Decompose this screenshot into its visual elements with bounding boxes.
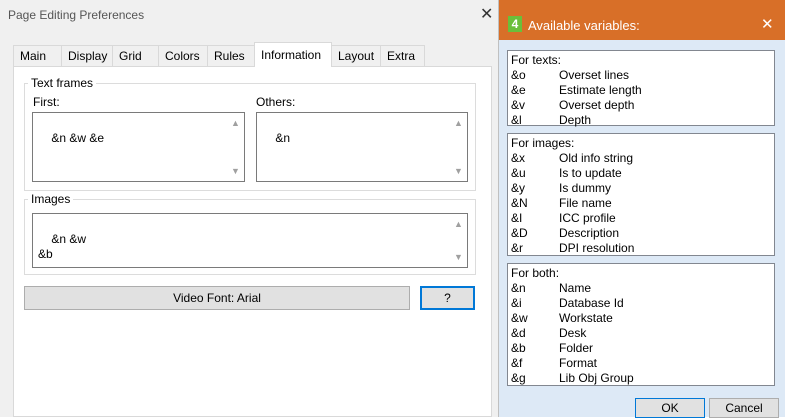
list-item[interactable]: &o Overset lines (511, 68, 771, 83)
tab-rules[interactable]: Rules (207, 45, 255, 66)
list-item[interactable]: &w Workstate (511, 311, 771, 326)
window-title: Page Editing Preferences (8, 8, 145, 22)
tab-main[interactable]: Main (13, 45, 62, 66)
scroll-down-icon[interactable]: ▼ (231, 164, 240, 179)
first-label: First: (33, 95, 60, 109)
cancel-button[interactable]: Cancel (709, 398, 779, 418)
first-scrollbar[interactable]: ▲ ▼ (227, 113, 244, 181)
others-value: &n (275, 131, 291, 145)
list-item[interactable]: &i Database Id (511, 296, 771, 311)
close-icon[interactable]: ✕ (480, 4, 493, 24)
tab-grid[interactable]: Grid (112, 45, 159, 66)
images-value: &n &w &b (38, 232, 87, 261)
scroll-down-icon[interactable]: ▼ (454, 164, 463, 179)
page-editing-preferences-window: Page Editing Preferences ✕ Main Display … (0, 0, 498, 417)
list-item[interactable]: &N File name (511, 196, 771, 211)
list-item[interactable]: &f Format (511, 356, 771, 371)
section-heading: For both: (511, 266, 560, 280)
images-label: Images (28, 192, 74, 206)
first-textbox[interactable]: &n &w &e ▲ ▼ (32, 112, 245, 182)
list-item[interactable]: &I ICC profile (511, 211, 771, 226)
list-item[interactable]: &u Is to update (511, 166, 771, 181)
list-item[interactable]: &r DPI resolution (511, 241, 771, 256)
tab-colors[interactable]: Colors (158, 45, 208, 66)
list-item[interactable]: &b Folder (511, 341, 771, 356)
tab-information[interactable]: Information (254, 42, 332, 67)
list-item[interactable]: &l Depth (511, 113, 771, 128)
section-heading: For texts: (511, 53, 562, 67)
others-textbox[interactable]: &n ▲ ▼ (256, 112, 468, 182)
list-item[interactable]: &y Is dummy (511, 181, 771, 196)
scroll-down-icon[interactable]: ▼ (454, 250, 463, 265)
images-scrollbar[interactable]: ▲ ▼ (450, 214, 467, 267)
close-icon[interactable]: ✕ (761, 15, 774, 33)
app-icon: 4 (508, 16, 522, 32)
dialog-titlebar: 4 Available variables: ✕ (499, 0, 785, 40)
list-item[interactable]: &x Old info string (511, 151, 771, 166)
list-item[interactable]: &v Overset depth (511, 98, 771, 113)
scroll-up-icon[interactable]: ▲ (454, 116, 463, 131)
list-item[interactable]: &e Estimate length (511, 83, 771, 98)
text-frames-label: Text frames (28, 76, 97, 90)
both-variable-list[interactable]: For both: &n Name &i Database Id &w Worksta… (507, 263, 775, 386)
images-variable-list[interactable]: For images: &x Old info string &u Is to up… (507, 133, 775, 256)
first-value: &n &w &e (51, 131, 105, 145)
tab-display[interactable]: Display (61, 45, 113, 66)
ok-button[interactable]: OK (635, 398, 705, 418)
list-item[interactable]: &d Desk (511, 326, 771, 341)
others-scrollbar[interactable]: ▲ ▼ (450, 113, 467, 181)
help-button[interactable]: ? (420, 286, 475, 310)
tab-layout[interactable]: Layout (331, 45, 381, 66)
available-variables-dialog: 4 Available variables: ✕ For texts: &o Ov… (498, 0, 785, 418)
list-item[interactable]: &n Name (511, 281, 771, 296)
others-label: Others: (256, 95, 296, 109)
scroll-up-icon[interactable]: ▲ (231, 116, 240, 131)
list-item[interactable]: &g Lib Obj Group (511, 371, 771, 386)
video-font-button[interactable]: Video Font: Arial (24, 286, 410, 310)
scroll-up-icon[interactable]: ▲ (454, 217, 463, 232)
images-textbox[interactable]: &n &w &b ▲ ▼ (32, 213, 468, 268)
list-item[interactable]: &D Description (511, 226, 771, 241)
texts-variable-list[interactable]: For texts: &o Overset lines &e Estimate le… (507, 50, 775, 128)
tab-extra[interactable]: Extra (380, 45, 425, 66)
dialog-title: Available variables: (528, 18, 640, 33)
section-heading: For images: (511, 136, 575, 150)
